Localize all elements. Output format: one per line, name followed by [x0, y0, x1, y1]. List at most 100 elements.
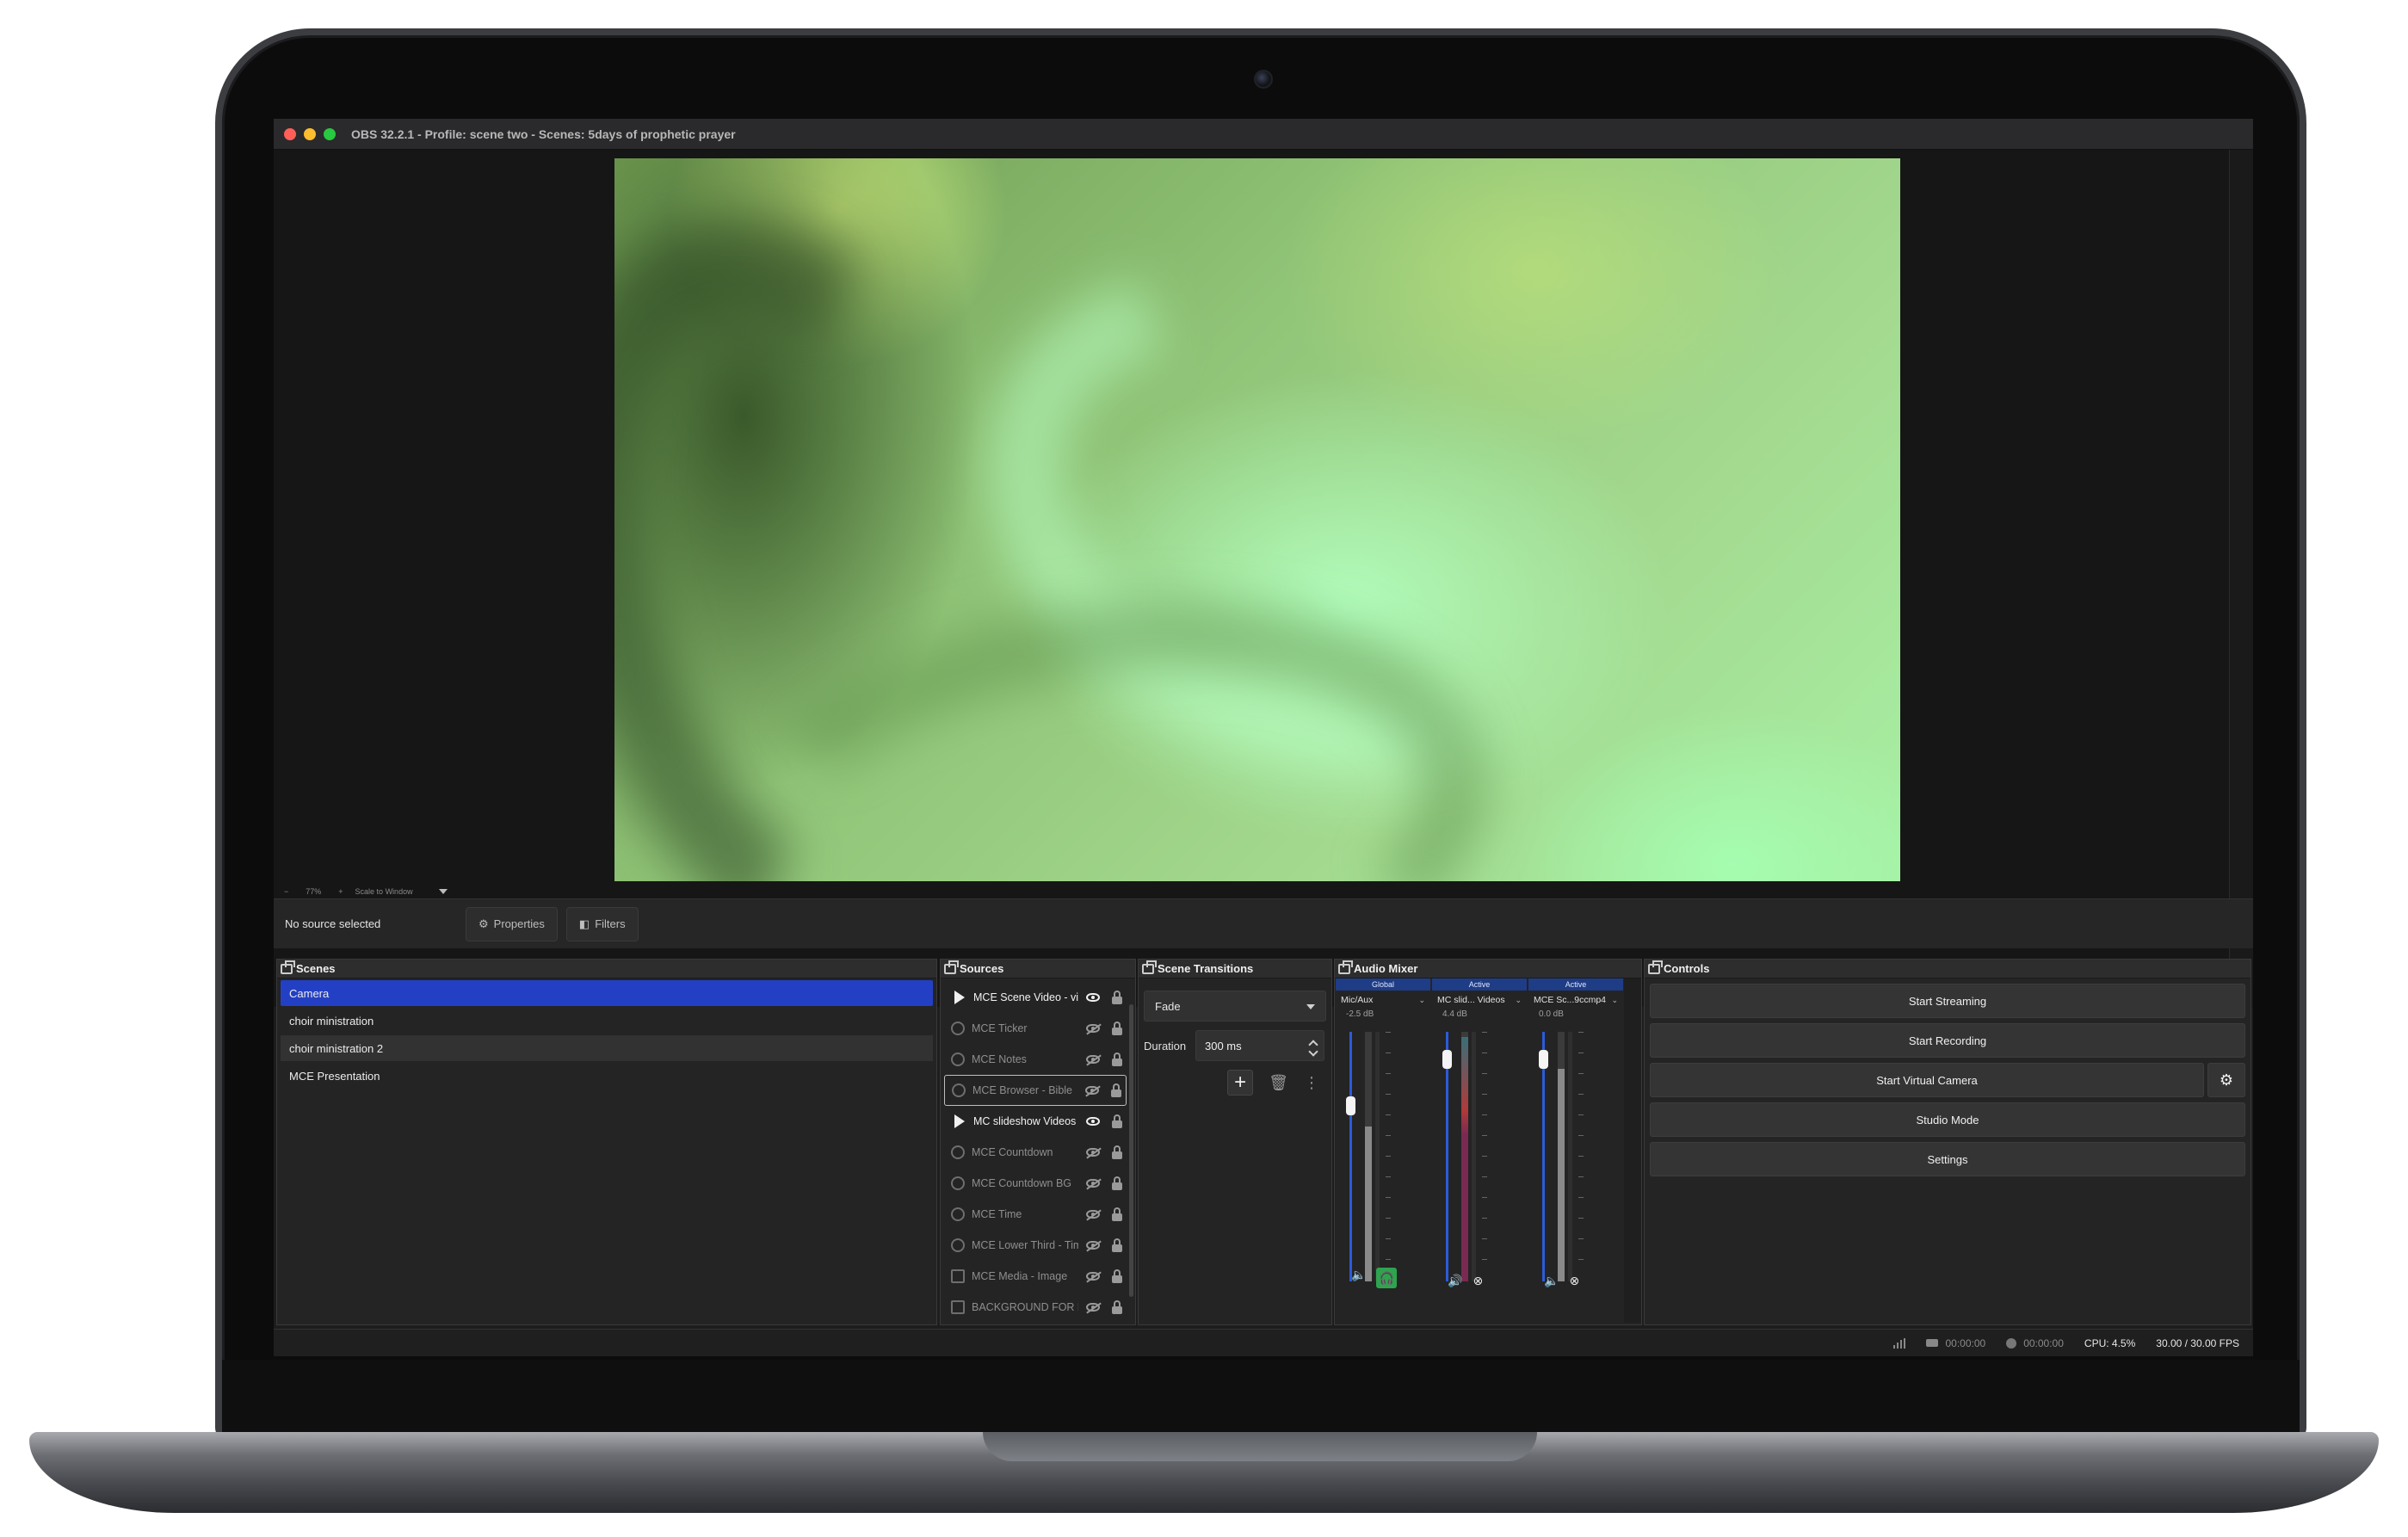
- eye-off-icon[interactable]: [1084, 1238, 1102, 1252]
- transitions-dock-header[interactable]: Scene Transitions: [1139, 960, 1331, 978]
- minimize-window-button[interactable]: [304, 127, 316, 140]
- source-item[interactable]: MCE Countdown: [944, 1137, 1127, 1168]
- scene-item[interactable]: MCE Presentation: [281, 1063, 933, 1089]
- level-meter-secondary: [1375, 1032, 1380, 1281]
- chevron-down-icon[interactable]: ⌄: [1611, 996, 1618, 1005]
- zoom-mode[interactable]: Scale to Window: [355, 887, 413, 896]
- source-item[interactable]: MCE Ticker: [944, 1013, 1127, 1044]
- lock-icon[interactable]: [1108, 1114, 1127, 1128]
- chevron-down-icon[interactable]: [1308, 1046, 1318, 1057]
- eye-off-icon[interactable]: [1084, 1207, 1102, 1221]
- eye-off-icon[interactable]: [1084, 1145, 1102, 1159]
- lock-icon[interactable]: [1108, 1021, 1127, 1035]
- settings-button[interactable]: Settings: [1650, 1142, 2245, 1176]
- preview-scrollbar[interactable]: [2229, 150, 2253, 1007]
- record-icon: [2006, 1337, 2017, 1349]
- chevron-down-icon[interactable]: ⌄: [1515, 996, 1522, 1005]
- dock-undock-icon[interactable]: [281, 960, 295, 974]
- lock-icon[interactable]: [1108, 1176, 1127, 1190]
- source-item[interactable]: MCE Lower Third - Time: [944, 1230, 1127, 1261]
- start-streaming-button[interactable]: Start Streaming: [1650, 984, 2245, 1018]
- volume-slider-track[interactable]: [1542, 1032, 1545, 1281]
- scenes-dock-header[interactable]: Scenes: [277, 960, 936, 978]
- channel-name-row[interactable]: MCE Sc...9ccmp4 ⌄: [1528, 991, 1623, 1009]
- lock-icon[interactable]: [1108, 1207, 1127, 1221]
- monitor-off-icon[interactable]: ⊗: [1569, 1274, 1579, 1288]
- volume-slider-handle[interactable]: [1539, 1050, 1548, 1069]
- mixer-dock-header[interactable]: Audio Mixer: [1335, 960, 1641, 978]
- duration-spinbox[interactable]: 300 ms: [1195, 1030, 1324, 1061]
- lock-icon[interactable]: [1108, 990, 1127, 1004]
- lock-icon[interactable]: [1108, 1145, 1127, 1159]
- dock-undock-icon[interactable]: [944, 960, 959, 974]
- source-item[interactable]: MCE Countdown BG: [944, 1168, 1127, 1199]
- channel-name-row[interactable]: Mic/Aux ⌄: [1336, 991, 1430, 1009]
- trash-icon[interactable]: 🗑: [1269, 1074, 1288, 1092]
- start-virtual-camera-button[interactable]: Start Virtual Camera: [1650, 1063, 2204, 1097]
- chevron-down-icon[interactable]: ⌄: [1418, 996, 1425, 1005]
- volume-slider-handle[interactable]: [1442, 1050, 1452, 1069]
- eye-off-icon[interactable]: [1084, 1052, 1102, 1066]
- eye-off-icon[interactable]: [1084, 1300, 1102, 1314]
- close-window-button[interactable]: [284, 127, 296, 140]
- controls-title: Controls: [1664, 962, 1710, 975]
- volume-slider-track[interactable]: [1349, 1032, 1352, 1281]
- channel-name-row[interactable]: MC slid... Videos ⌄: [1432, 991, 1527, 1009]
- chevron-down-icon[interactable]: [438, 889, 448, 894]
- source-item[interactable]: BACKGROUND FOR BIBLE.png: [944, 1292, 1127, 1323]
- zoom-out-button[interactable]: −: [284, 887, 288, 896]
- source-item[interactable]: MCE Scene Video - video 2095b58799cc - 5…: [944, 982, 1127, 1013]
- plus-icon: +: [1234, 1071, 1247, 1094]
- program-preview[interactable]: [614, 158, 1900, 881]
- speaker-muted-icon[interactable]: 🔈: [1351, 1268, 1366, 1288]
- lock-icon[interactable]: [1107, 1083, 1126, 1097]
- window-controls: [284, 127, 336, 140]
- dock-undock-icon[interactable]: [1338, 960, 1353, 974]
- source-item[interactable]: MCE Notes: [944, 1044, 1127, 1075]
- scene-item[interactable]: choir ministration: [281, 1008, 933, 1034]
- eye-off-icon[interactable]: [1084, 1269, 1102, 1283]
- scene-item[interactable]: choir ministration 2: [281, 1035, 933, 1061]
- volume-slider-handle[interactable]: [1346, 1096, 1355, 1115]
- source-item[interactable]: MCE Time: [944, 1199, 1127, 1230]
- sources-dock-header[interactable]: Sources: [941, 960, 1135, 978]
- eye-icon[interactable]: [1084, 991, 1102, 1004]
- zoom-in-button[interactable]: +: [338, 887, 343, 896]
- sources-scrollbar[interactable]: [1129, 1004, 1133, 1297]
- dock-undock-icon[interactable]: [1648, 960, 1663, 974]
- start-recording-button[interactable]: Start Recording: [1650, 1023, 2245, 1058]
- source-item[interactable]: MCE Media - Image: [944, 1261, 1127, 1292]
- volume-slider-track[interactable]: [1446, 1032, 1448, 1281]
- headphones-icon[interactable]: 🎧: [1376, 1268, 1398, 1288]
- meter-tick: [1578, 1032, 1584, 1033]
- monitor-off-icon[interactable]: ⊗: [1473, 1274, 1483, 1288]
- source-label: MCE Countdown BG: [972, 1177, 1072, 1189]
- window-title: OBS 32.2.1 - Profile: scene two - Scenes…: [351, 127, 736, 141]
- transition-select[interactable]: Fade: [1144, 991, 1326, 1022]
- scene-item[interactable]: Camera: [281, 980, 933, 1006]
- browser-source-icon: [952, 1083, 966, 1097]
- lock-icon[interactable]: [1108, 1052, 1127, 1066]
- controls-dock-header[interactable]: Controls: [1645, 960, 2251, 978]
- eye-off-icon[interactable]: [1084, 1022, 1102, 1035]
- studio-mode-button[interactable]: Studio Mode: [1650, 1102, 2245, 1137]
- properties-button[interactable]: ⚙ Properties: [466, 906, 558, 941]
- preview-area[interactable]: [274, 150, 2229, 1007]
- source-item[interactable]: MCE Browser - Bible: [944, 1075, 1127, 1106]
- zoom-window-button[interactable]: [324, 127, 336, 140]
- speaker-muted-icon[interactable]: 🔈: [1544, 1274, 1559, 1288]
- speaker-icon[interactable]: 🔊: [1448, 1274, 1462, 1288]
- lock-icon[interactable]: [1108, 1268, 1127, 1283]
- lock-icon[interactable]: [1108, 1238, 1127, 1252]
- filters-button[interactable]: ◧ Filters: [565, 906, 639, 941]
- dock-undock-icon[interactable]: [1142, 960, 1157, 974]
- eye-icon[interactable]: [1084, 1114, 1102, 1128]
- add-transition-button[interactable]: +: [1227, 1070, 1254, 1096]
- level-meter: [1461, 1032, 1468, 1281]
- eye-off-icon[interactable]: [1083, 1083, 1102, 1097]
- lock-icon[interactable]: [1108, 1299, 1127, 1314]
- eye-off-icon[interactable]: [1084, 1176, 1102, 1190]
- source-item[interactable]: MC slideshow Videos: [944, 1106, 1127, 1137]
- more-options-icon[interactable]: ⋮: [1304, 1074, 1319, 1092]
- virtual-camera-settings-button[interactable]: ⚙: [2207, 1063, 2245, 1097]
